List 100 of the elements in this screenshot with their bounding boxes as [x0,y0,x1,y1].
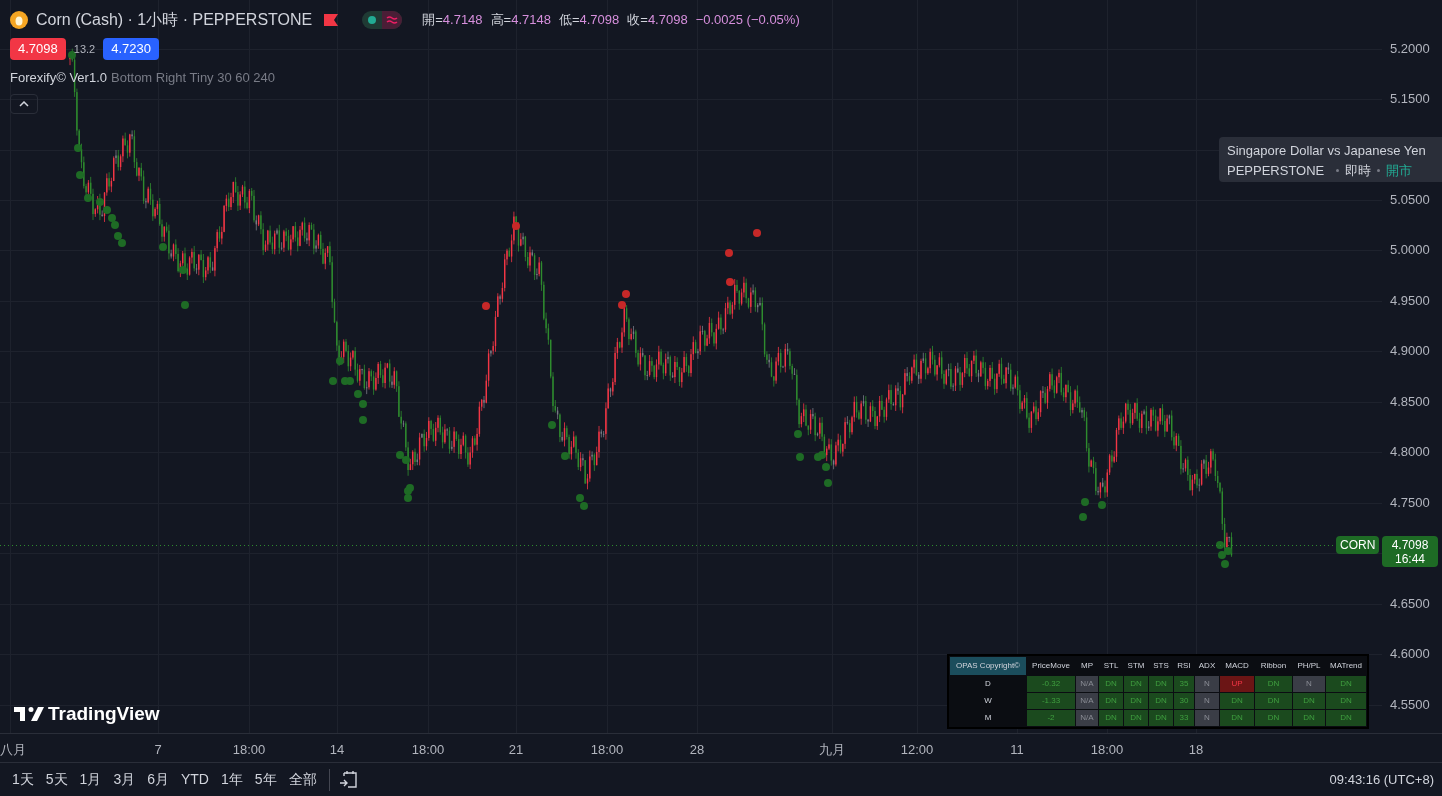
time-axis-label: 18:00 [1090,741,1124,759]
table-header-cell-text: MACD [1224,660,1250,672]
price-change: −0.0025 (−0.05%) [695,11,800,30]
table-cell: -0.32 [1027,676,1075,692]
range-button[interactable]: 5天 [41,767,72,792]
table-cell: DN [1220,710,1254,726]
flag-icon[interactable] [324,14,339,26]
table-cell: DN [1099,676,1123,692]
time-axis-label: 18:00 [590,741,624,759]
table-cell: DN [1326,693,1366,709]
table-cell: DN [1149,676,1173,692]
table-header-cell: OPAS Copyright© [950,657,1026,675]
time-axis-label: 21 [508,741,524,759]
range-button[interactable]: 1年 [217,767,247,792]
table-row-label: M [983,712,993,724]
brand-name: TradingView [48,702,160,726]
time-axis-label: 7 [154,741,162,759]
time-axis-label: 八月 [0,741,26,759]
table-cell: 33 [1174,710,1194,726]
table-cell: 35 [1174,676,1194,692]
table-cell: -2 [1027,710,1075,726]
buy-price-button[interactable]: 4.7230 [103,38,159,60]
price-axis-label: 4.9500 [1390,293,1430,309]
price-axis-label: 5.2000 [1390,41,1430,57]
table-cell: N [1195,693,1219,709]
wave-icon [382,11,403,29]
countdown-text: 16:44 [1395,551,1425,566]
table-cell: N [1195,676,1219,692]
table-header-cell-text: Ribbon [1259,660,1288,672]
table-cell: DN [1149,693,1173,709]
time-axis-label: 12:00 [900,741,934,759]
range-button[interactable]: 5年 [250,767,281,792]
coin-icon [10,11,28,29]
table-cell: N/A [1076,710,1098,726]
table-row-label: W [983,695,993,707]
price-axis-label: 4.6500 [1390,596,1430,612]
range-button[interactable]: 3月 [109,767,140,792]
collapse-button[interactable] [10,93,38,114]
table-cell: N/A [1076,693,1098,709]
time-axis-label: 18:00 [411,741,445,759]
table-cell: DN [1326,676,1366,692]
indicator-params: Bottom Right Tiny 30 60 240 [111,69,276,87]
price-axis-label: 5.0500 [1390,192,1430,208]
brand-logo-icon [14,706,44,723]
symbol-price-tag: CORN [1336,536,1380,554]
range-button[interactable]: YTD [177,767,213,792]
price-axis-label: 5.1500 [1390,91,1430,107]
price-axis-label: 4.6000 [1390,646,1430,662]
tooltip-title: Singapore Dollar vs Japanese Yen [1227,142,1427,160]
price-axis-label: 4.7500 [1390,495,1430,511]
table-header-cell-text: PriceMove [1031,660,1071,672]
spread-text: 13.2 [73,41,96,57]
price-axis-label: 5.0000 [1390,242,1430,258]
range-button[interactable]: 全部 [284,767,321,792]
calendar-goto-icon[interactable] [337,769,360,790]
table-cell: DN [1293,710,1325,726]
table-cell: -1.33 [1027,693,1075,709]
table-header-cell-text: MATrend [1329,660,1363,672]
table-cell: DN [1124,676,1148,692]
time-axis-label: 九月 [819,741,845,759]
separator-dot-icon [1377,168,1381,172]
chevron-up-icon [19,100,29,107]
table-header-cell-text: STS [1152,660,1170,672]
price-axis-label: 4.9000 [1390,343,1430,359]
time-axis-label: 18 [1188,741,1204,759]
table-cell: N/A [1076,676,1098,692]
table-header-cell-text: STM [1126,660,1146,672]
delay-text: 即時 [1345,161,1372,180]
symbol-title: Corn (Cash) · 1小時 · PEPPERSTONE [36,10,313,30]
table-cell: N [1195,710,1219,726]
ohlc-value: 高=4.7148 [490,11,551,30]
table-cell: DN [1293,693,1325,709]
table-header-cell-text: RSI [1176,660,1192,672]
price-axis-label: 4.8000 [1390,444,1430,460]
range-button[interactable]: 6月 [143,767,173,792]
price-axis-label: 4.5500 [1390,697,1430,713]
table-cell: DN [1220,693,1254,709]
separator-dot-icon [1336,168,1340,172]
table-cell: UP [1220,676,1254,692]
sell-price-button[interactable]: 4.7098 [10,38,66,60]
table-cell: DN [1149,710,1173,726]
table-cell: 30 [1174,693,1194,709]
table-row-label: D [984,678,992,690]
clock-text: 09:43:16 (UTC+8) [1329,770,1434,789]
table-header-cell-text: ADX [1197,660,1217,672]
table-cell: DN [1255,693,1292,709]
price-axis-label: 4.8500 [1390,394,1430,410]
market-status-text: 開市 [1386,161,1413,180]
time-axis-label: 28 [689,741,705,759]
time-axis-label: 18:00 [232,741,266,759]
table-cell: DN [1255,676,1292,692]
table-header-cell-text: PH/PL [1296,660,1322,672]
table-header-cell-text: STL [1102,660,1120,672]
range-button[interactable]: 1天 [8,767,38,792]
market-status-pill[interactable] [362,11,403,29]
range-button[interactable]: 1月 [75,767,106,792]
ohlc-value: 開=4.7148 [422,11,483,30]
table-cell: DN [1326,710,1366,726]
ohlc-value: 收=4.7098 [627,11,688,30]
exchange-text: PEPPERSTONE [1227,161,1325,180]
